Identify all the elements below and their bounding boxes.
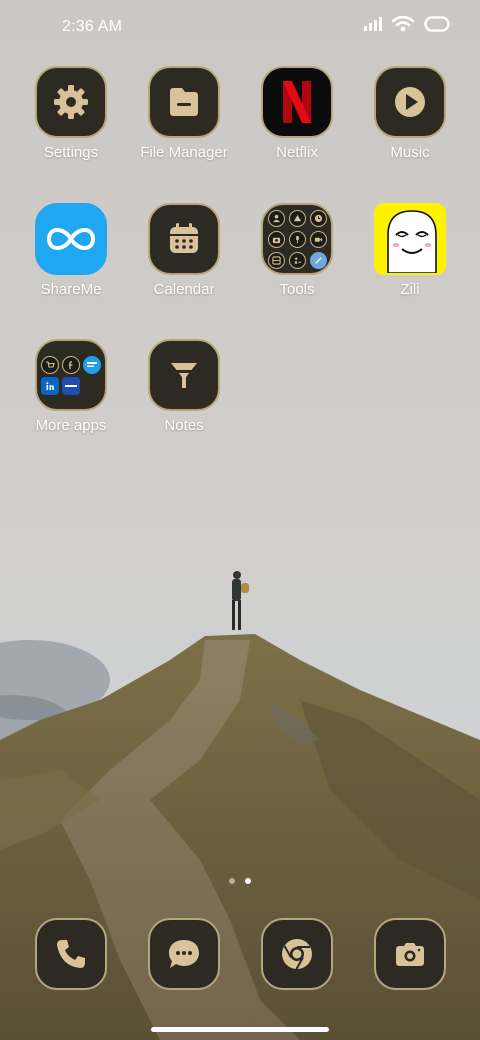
phone-icon [57,940,85,968]
app-label: Calendar [153,281,215,298]
calculator-mini-icon [288,251,306,269]
dock-messages[interactable] [128,918,240,990]
gear-icon [54,85,88,119]
app-notes[interactable]: Notes [128,339,240,434]
app-netflix[interactable]: Netflix [241,66,353,161]
app-file-manager[interactable]: File Manager [128,66,240,161]
app-label: File Manager [140,144,228,161]
contacts-mini-icon [267,209,285,227]
prime-video-mini-icon [83,355,101,374]
booking-mini-icon [62,376,80,395]
zili-face-icon [387,210,437,273]
microphone-mini-icon [288,230,306,248]
dock-camera[interactable] [354,918,466,990]
infinity-icon [46,228,96,250]
page-indicator [0,878,480,884]
netflix-logo-icon [283,81,311,123]
facebook-mini-icon [62,355,80,374]
app-label: Music [390,144,430,161]
message-icon [169,940,199,968]
compass-mini-icon [309,251,327,269]
app-shareme[interactable]: ShareMe [15,203,127,298]
dock-chrome[interactable] [241,918,353,990]
app-music[interactable]: Music [354,66,466,161]
video-mini-icon [309,230,327,248]
app-label: ShareMe [40,281,102,298]
chrome-icon [282,939,312,970]
app-more-apps-folder[interactable]: More apps [15,339,127,434]
app-label: Tools [279,281,315,298]
wifi-icon [392,16,414,32]
scanner-mini-icon [267,251,285,269]
drive-mini-icon [288,209,306,227]
app-calendar[interactable]: Calendar [128,203,240,298]
calendar-icon [170,223,198,253]
funnel-icon [171,363,197,388]
page-dot[interactable] [229,878,235,884]
app-zili[interactable]: Zili [354,203,466,298]
linkedin-mini-icon [41,376,59,395]
play-icon [395,87,425,117]
cart-mini-icon [41,355,59,374]
status-bar: 2:36 AM [0,0,480,56]
app-tools-folder[interactable]: Tools [241,203,353,298]
battery-icon [424,16,450,32]
app-label: Settings [43,144,99,161]
home-gesture-bar[interactable] [151,1027,329,1032]
camera-icon [396,943,424,966]
app-label: Zili [400,281,420,298]
folder-icon [170,88,198,116]
page-dot-active[interactable] [245,878,251,884]
app-label: Notes [164,417,204,434]
dock [0,918,480,994]
camera-mini-icon [267,230,285,248]
clock-mini-icon [309,209,327,227]
app-label: Netflix [276,144,318,161]
signal-icon [364,17,382,31]
dock-phone[interactable] [15,918,127,990]
status-time: 2:36 AM [62,18,123,35]
app-label: More apps [35,417,107,434]
app-settings[interactable]: Settings [15,66,127,161]
